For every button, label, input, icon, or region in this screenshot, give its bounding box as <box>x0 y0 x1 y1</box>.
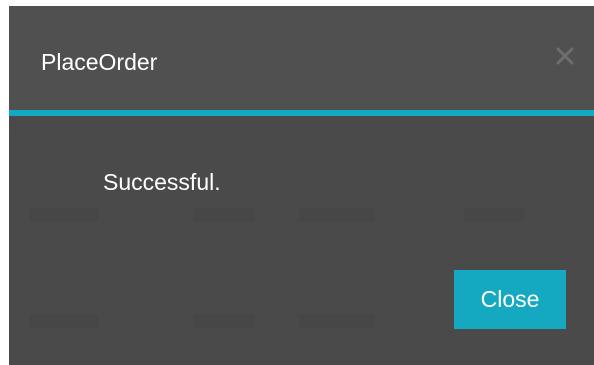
place-order-dialog: PlaceOrder Successful. Close <box>9 6 594 365</box>
background-content <box>299 314 374 328</box>
background-content <box>464 208 524 222</box>
background-content <box>194 314 254 328</box>
close-button[interactable]: Close <box>454 270 566 329</box>
background-content <box>299 208 374 222</box>
dialog-header: PlaceOrder <box>9 6 594 111</box>
status-message: Successful. <box>103 169 221 195</box>
background-content <box>29 208 99 222</box>
background-content <box>194 208 254 222</box>
dialog-title: PlaceOrder <box>41 49 158 75</box>
background-content <box>29 314 99 328</box>
close-x-icon[interactable] <box>553 44 577 68</box>
dialog-body: Successful. Close <box>9 116 594 365</box>
